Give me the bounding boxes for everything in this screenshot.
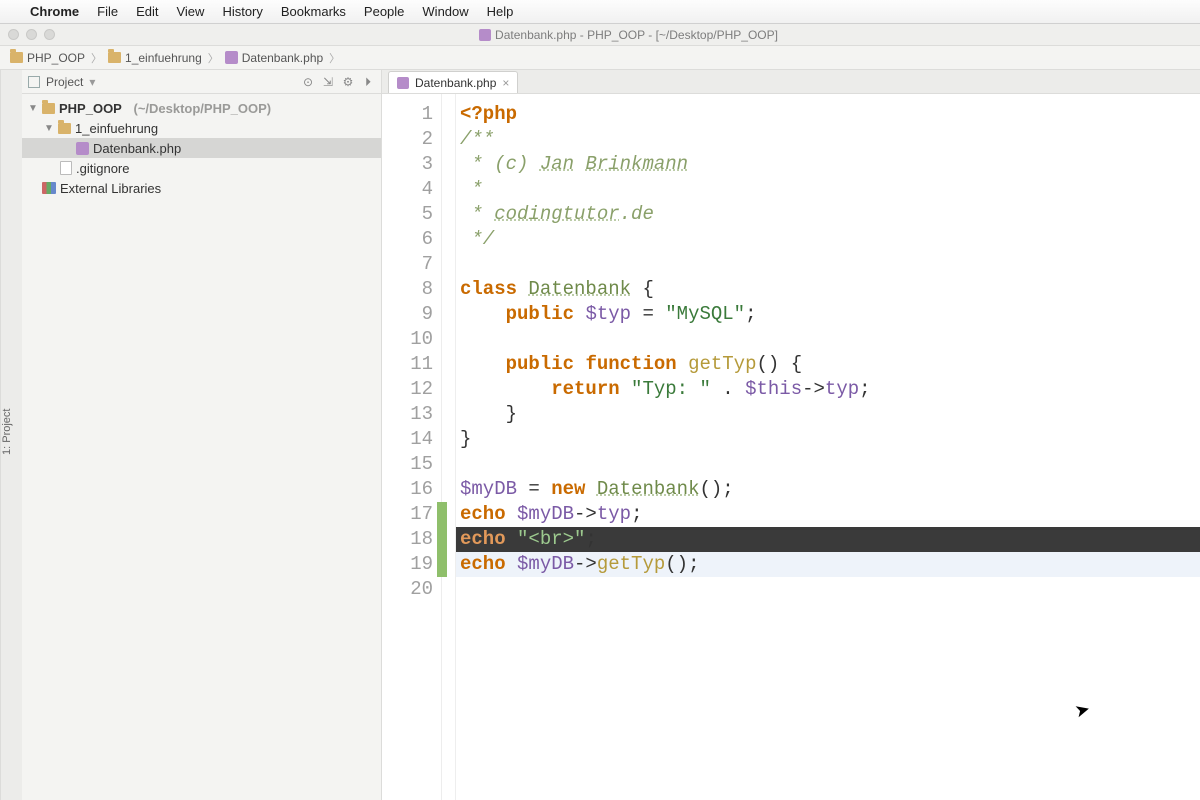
php-file-icon	[479, 29, 491, 41]
editor-tab-label: Datenbank.php	[415, 76, 496, 90]
project-panel-title: Project	[46, 75, 83, 89]
tool-window-rail[interactable]: 1: Project	[0, 70, 22, 800]
code-content[interactable]: <?php/** * (c) Jan Brinkmann * * codingt…	[456, 94, 1200, 800]
project-view-icon	[28, 76, 40, 88]
scroll-to-source-icon[interactable]: ⊙	[301, 75, 315, 89]
window-controls[interactable]	[8, 29, 55, 40]
breadcrumb-item[interactable]: Datenbank.php	[221, 51, 327, 65]
minimize-window-icon[interactable]	[26, 29, 37, 40]
breadcrumb-item[interactable]: 1_einfuehrung	[104, 51, 206, 65]
menu-app[interactable]: Chrome	[30, 4, 79, 19]
panel-settings-icon[interactable]: ⚙	[341, 75, 355, 89]
menu-bookmarks[interactable]: Bookmarks	[281, 4, 346, 19]
zoom-window-icon[interactable]	[44, 29, 55, 40]
php-file-icon	[397, 77, 409, 89]
line-number-gutter: 1234567891011121314151617181920	[382, 94, 442, 800]
tree-file[interactable]: .gitignore	[22, 158, 381, 178]
tree-root[interactable]: ▼ PHP_OOP (~/Desktop/PHP_OOP)	[22, 98, 381, 118]
folder-icon	[10, 52, 23, 63]
tree-external-libs[interactable]: External Libraries	[22, 178, 381, 198]
menu-edit[interactable]: Edit	[136, 4, 158, 19]
folder-icon	[42, 103, 55, 114]
folder-icon	[108, 52, 121, 63]
menu-help[interactable]: Help	[487, 4, 514, 19]
fold-column[interactable]	[442, 94, 456, 800]
breadcrumb-item[interactable]: PHP_OOP	[6, 51, 89, 65]
tree-folder[interactable]: ▼ 1_einfuehrung	[22, 118, 381, 138]
breadcrumb: PHP_OOP 1_einfuehrung Datenbank.php	[0, 46, 1200, 70]
code-editor[interactable]: 1234567891011121314151617181920 <?php/**…	[382, 94, 1200, 800]
hide-panel-icon[interactable]: ⏵	[361, 75, 375, 89]
libraries-icon	[42, 182, 56, 194]
php-file-icon	[225, 51, 238, 64]
collapse-all-icon[interactable]: ⇲	[321, 75, 335, 89]
project-panel-header: Project ▾ ⊙ ⇲ ⚙ ⏵	[22, 70, 381, 94]
project-tool-window: Project ▾ ⊙ ⇲ ⚙ ⏵ ▼ PHP_OOP (~/Desktop/P…	[22, 70, 382, 800]
text-file-icon	[60, 161, 72, 175]
menu-view[interactable]: View	[176, 4, 204, 19]
menu-file[interactable]: File	[97, 4, 118, 19]
menu-history[interactable]: History	[222, 4, 262, 19]
editor-tabstrip: Datenbank.php ×	[382, 70, 1200, 94]
close-tab-icon[interactable]: ×	[502, 76, 509, 90]
tree-file-selected[interactable]: Datenbank.php	[22, 138, 381, 158]
menu-people[interactable]: People	[364, 4, 404, 19]
folder-icon	[58, 123, 71, 134]
ide-titlebar: Datenbank.php - PHP_OOP - [~/Desktop/PHP…	[0, 24, 1200, 46]
php-file-icon	[76, 142, 89, 155]
window-title: Datenbank.php - PHP_OOP - [~/Desktop/PHP…	[495, 28, 778, 42]
close-window-icon[interactable]	[8, 29, 19, 40]
menu-window[interactable]: Window	[422, 4, 468, 19]
editor-tab[interactable]: Datenbank.php ×	[388, 71, 518, 93]
macos-menubar: Chrome File Edit View History Bookmarks …	[0, 0, 1200, 24]
project-tree[interactable]: ▼ PHP_OOP (~/Desktop/PHP_OOP) ▼ 1_einfue…	[22, 94, 381, 202]
editor-area: Datenbank.php × 123456789101112131415161…	[382, 70, 1200, 800]
